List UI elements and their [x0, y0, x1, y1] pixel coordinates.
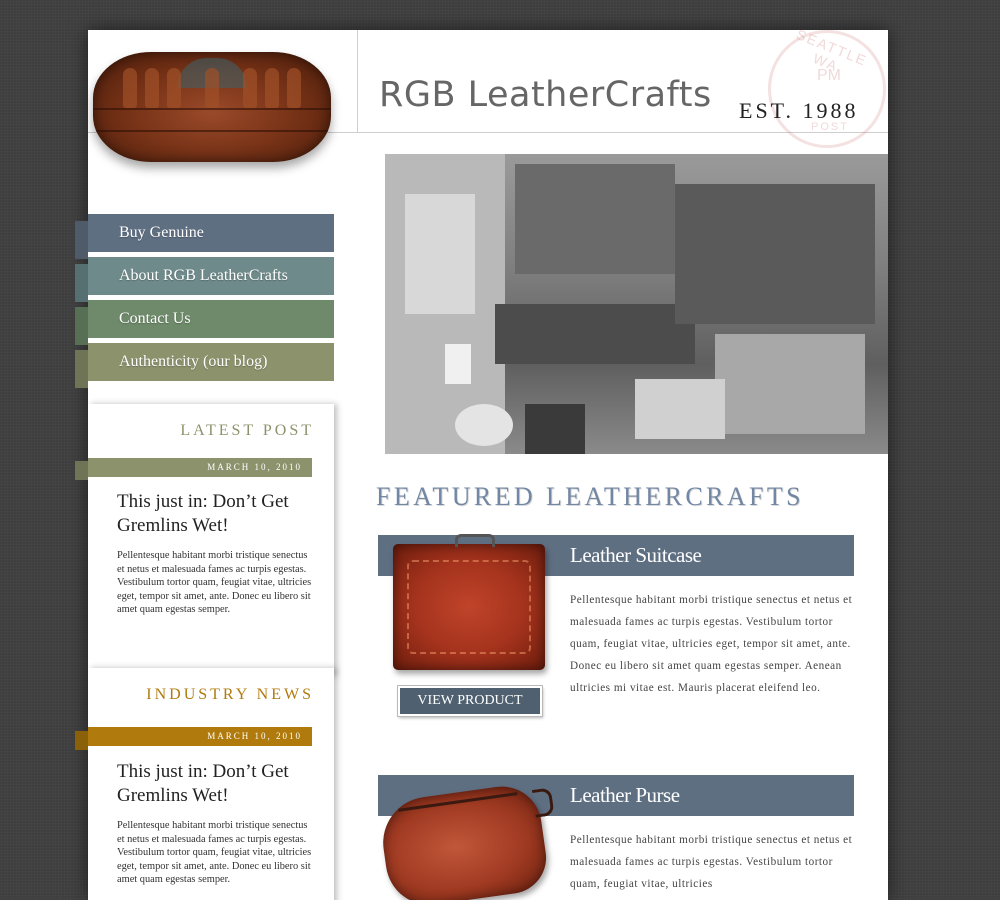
logo-carved-plaque[interactable] [93, 52, 331, 162]
latest-post-excerpt: Pellentesque habitant morbi tristique se… [117, 550, 312, 615]
latest-post-heading: LATEST POST [180, 422, 314, 439]
nav-tab-accent [75, 221, 88, 259]
industry-news-panel: INDUSTRY NEWS MARCH 10, 2010 This just i… [88, 668, 334, 900]
nav-item-about[interactable]: About RGB LeatherCrafts [88, 257, 334, 295]
nav-item-buy-genuine[interactable]: Buy Genuine [88, 214, 334, 252]
postmark-stamp: SEATTLE WA PM POST [768, 30, 886, 148]
industry-news-date: MARCH 10, 2010 [88, 727, 312, 746]
nav-tab-accent [75, 307, 88, 345]
industry-news-excerpt: Pellentesque habitant morbi tristique se… [117, 820, 312, 885]
nav-item-contact[interactable]: Contact Us [88, 300, 334, 338]
latest-post-date: MARCH 10, 2010 [88, 458, 312, 477]
featured-heading: FEATURED LEATHERCRAFTS [376, 482, 804, 511]
date-tab-accent [75, 461, 88, 480]
page-container: SEATTLE WA PM POST RGB LeatherCrafts EST… [88, 30, 888, 900]
latest-post-title[interactable]: This just in: Don’t Get Gremlins Wet! [117, 490, 317, 538]
workshop-hero-image [385, 154, 888, 454]
view-product-button[interactable]: VIEW PRODUCT [398, 686, 542, 716]
main-navigation: Buy Genuine About RGB LeatherCrafts Cont… [88, 214, 334, 386]
industry-news-heading: INDUSTRY NEWS [146, 686, 314, 703]
nav-item-authenticity-blog[interactable]: Authenticity (our blog) [88, 343, 334, 381]
product-description: Pellentesque habitant morbi tristique se… [570, 834, 853, 890]
product-description: Pellentesque habitant morbi tristique se… [570, 594, 853, 694]
nav-tab-accent [75, 350, 88, 388]
header-vertical-divider [357, 30, 358, 133]
date-tab-accent [75, 731, 88, 750]
industry-news-title[interactable]: This just in: Don’t Get Gremlins Wet! [117, 760, 317, 808]
established-year: EST. 1988 [739, 98, 859, 123]
latest-post-panel: LATEST POST MARCH 10, 2010 This just in:… [88, 404, 334, 676]
leather-suitcase-image[interactable] [393, 534, 545, 670]
nav-tab-accent [75, 264, 88, 302]
site-title[interactable]: RGB LeatherCrafts [379, 75, 712, 115]
